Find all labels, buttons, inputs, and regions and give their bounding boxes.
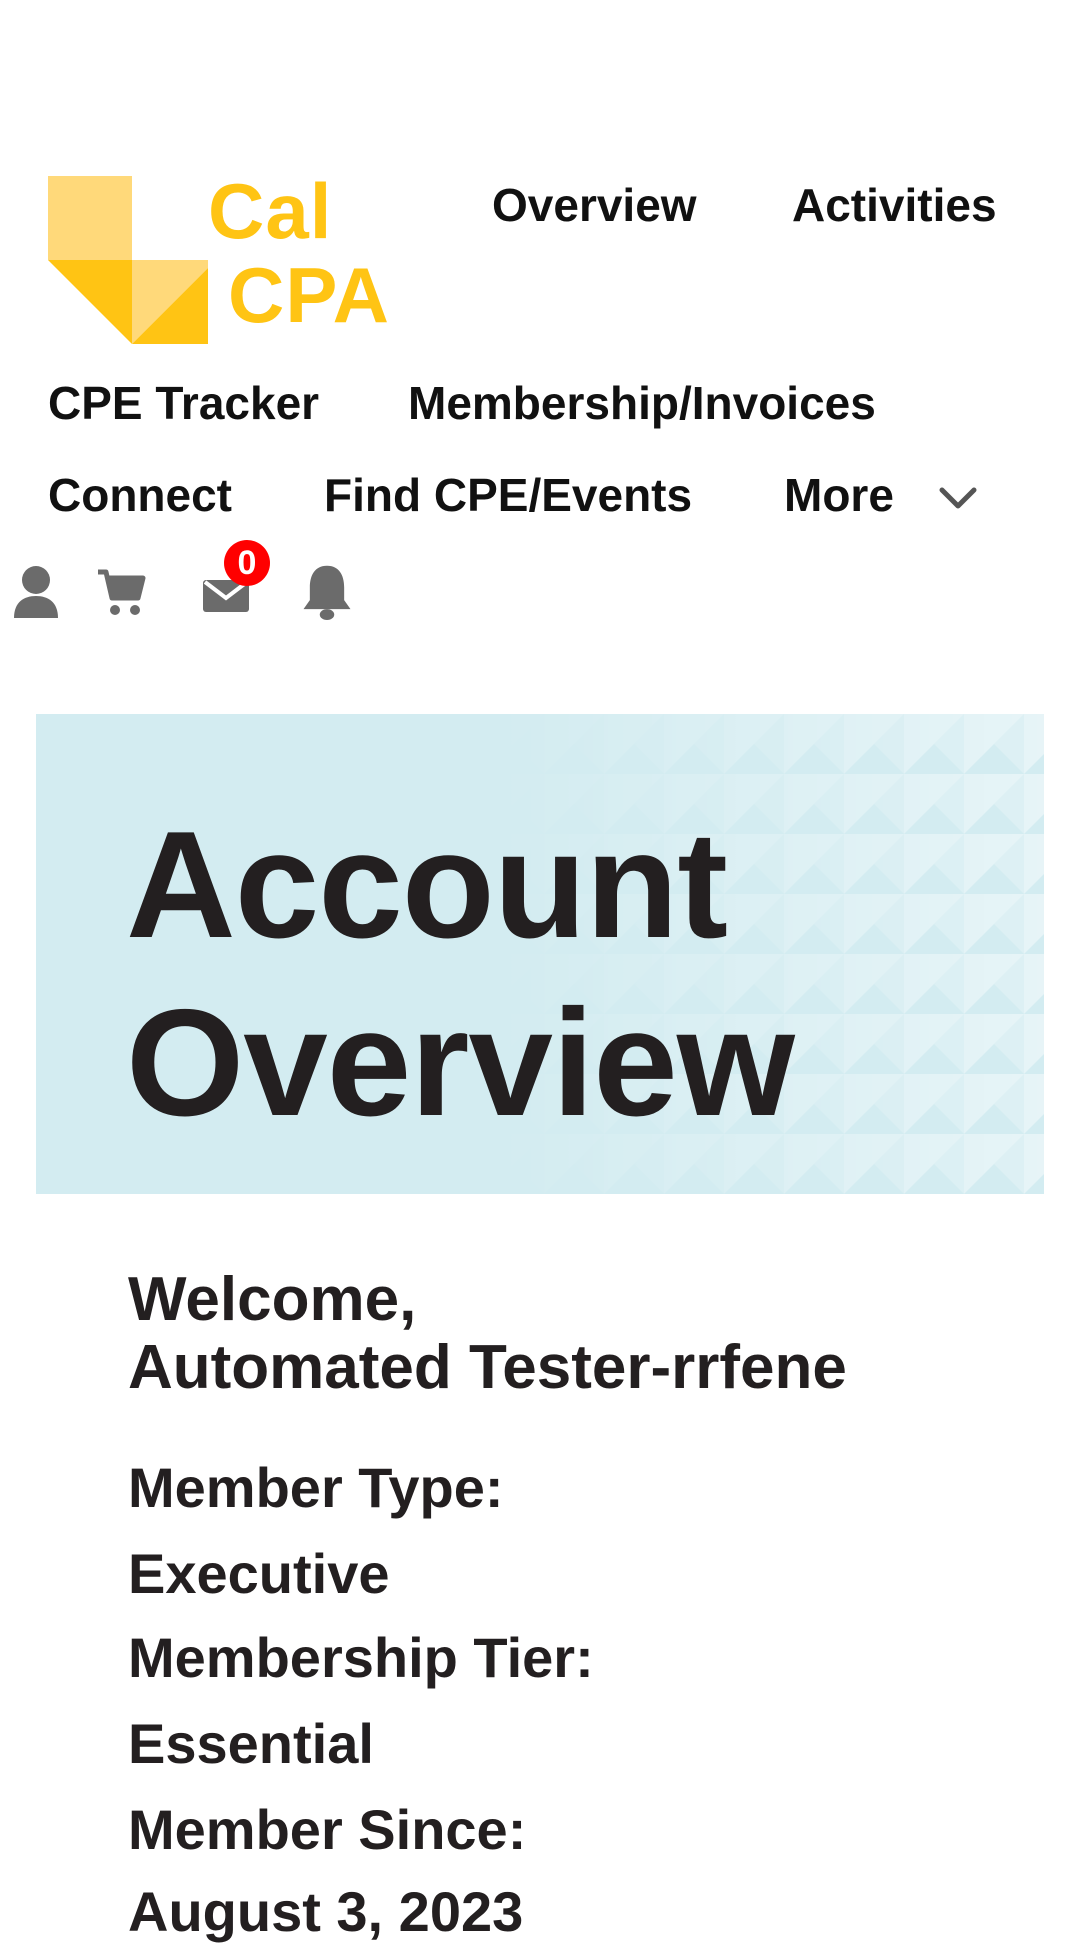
nav-overview[interactable]: Overview [492,182,697,228]
member-type-label: Member Type: [128,1456,504,1519]
nav-connect[interactable]: Connect [48,472,232,518]
membership-tier-value: Essential [128,1712,374,1775]
cart-icon[interactable] [96,564,146,620]
user-icon[interactable] [12,564,60,620]
page-title: Account Overview [126,796,795,1152]
page-title-line1: Account [126,800,728,970]
nav-find-cpe-events[interactable]: Find CPE/Events [324,472,692,518]
hero-banner: Account Overview [36,714,1044,1194]
page-title-line2: Overview [126,978,795,1148]
mail-badge: 0 [224,540,270,586]
nav-membership-invoices[interactable]: Membership/Invoices [408,380,876,426]
bell-icon[interactable] [298,564,356,620]
nav-cpe-tracker[interactable]: CPE Tracker [48,380,319,426]
welcome-label: Welcome, [128,1265,417,1334]
welcome-message: Welcome, Automated Tester-rrfene [128,1266,847,1402]
membership-tier-label: Membership Tier: [128,1626,594,1689]
calcpa-logo[interactable]: Cal CPA [48,170,398,345]
nav-activities[interactable]: Activities [792,182,997,228]
nav-more[interactable]: More [784,472,894,518]
member-since-value: August 3, 2023 [128,1880,524,1943]
logo-text-cpa: CPA [228,251,390,339]
logo-mark [48,176,208,344]
chevron-down-icon[interactable] [938,484,978,512]
user-name: Automated Tester-rrfene [128,1333,847,1402]
member-type-value: Executive [128,1542,390,1605]
logo-text-cal: Cal [208,167,333,255]
member-since-label: Member Since: [128,1798,527,1861]
